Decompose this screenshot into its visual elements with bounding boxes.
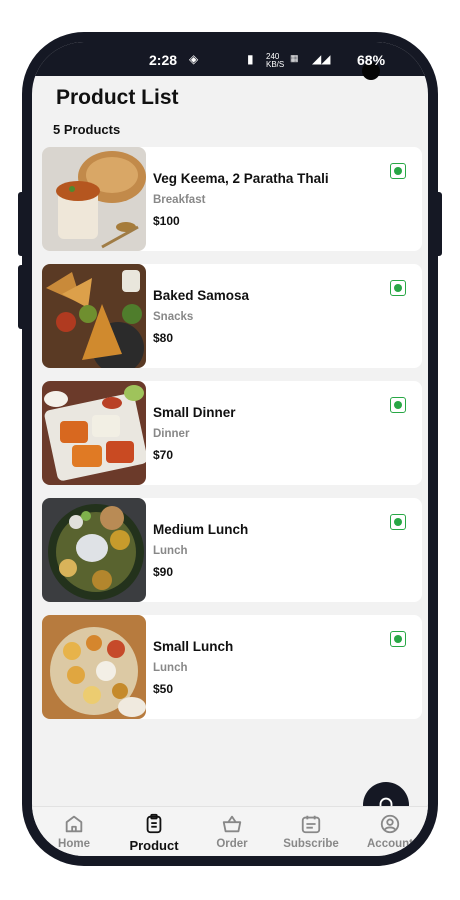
product-price: $100	[153, 214, 180, 228]
status-time: 2:28	[149, 52, 178, 68]
phone-side-button	[434, 192, 442, 256]
product-name: Baked Samosa	[153, 288, 250, 303]
product-category: Breakfast	[153, 194, 206, 206]
product-card[interactable]: Small Lunch Lunch $50	[42, 615, 422, 719]
product-card[interactable]: Veg Keema, 2 Paratha Thali Breakfast $10…	[42, 147, 422, 251]
status-bar: 2:28 ◈ ▮ 240 KB/S ▦ ◢◢ 68%	[32, 42, 428, 80]
vibrate-icon: ▮	[247, 52, 254, 66]
nav-product[interactable]: Product	[114, 813, 194, 853]
nav-label: Product	[129, 838, 179, 853]
product-price: $50	[153, 682, 174, 696]
product-image	[42, 264, 146, 368]
clipboard-icon	[146, 813, 162, 834]
nav-order[interactable]: Order	[192, 813, 272, 850]
veg-indicator-icon	[390, 397, 406, 413]
product-category: Lunch	[153, 545, 188, 557]
nav-label: Home	[58, 838, 90, 850]
home-icon	[65, 815, 83, 833]
product-price: $90	[153, 565, 174, 579]
product-count: 5 Products	[53, 122, 121, 137]
signal-icon: ◢◢	[312, 52, 331, 66]
product-image	[42, 615, 146, 719]
product-category: Dinner	[153, 428, 190, 440]
product-card[interactable]: Baked Samosa Snacks $80	[42, 264, 422, 368]
battery-level: 68%	[357, 52, 386, 68]
phone-side-button	[18, 265, 26, 329]
product-name: Small Lunch	[153, 639, 234, 654]
veg-indicator-icon	[390, 163, 406, 179]
screen: 2:28 ◈ ▮ 240 KB/S ▦ ◢◢ 68% Product List …	[32, 42, 428, 856]
veg-indicator-icon	[390, 280, 406, 296]
product-name: Small Dinner	[153, 405, 236, 420]
product-name: Veg Keema, 2 Paratha Thali	[153, 171, 329, 186]
veg-indicator-icon	[390, 631, 406, 647]
calendar-icon	[301, 815, 321, 834]
binance-icon: ◈	[189, 52, 199, 66]
product-name: Medium Lunch	[153, 522, 249, 537]
product-image	[42, 381, 146, 485]
volte-icon: ▦	[290, 53, 299, 63]
network-speed: 240 KB/S	[266, 52, 285, 69]
page-title: Product List	[56, 86, 179, 109]
product-card[interactable]: Small Dinner Dinner $70	[42, 381, 422, 485]
nav-label: Subscribe	[283, 838, 339, 850]
nav-subscribe[interactable]: Subscribe	[271, 813, 351, 850]
product-image	[42, 147, 146, 251]
nav-label: Order	[216, 838, 248, 850]
product-image	[42, 498, 146, 602]
main-content: Product List 5 Products Veg Keema, 2 Par…	[32, 76, 428, 828]
nav-home[interactable]: Home	[34, 813, 114, 850]
basket-icon	[222, 815, 242, 833]
bottom-nav: Home Product Order Subscribe Account	[32, 806, 428, 856]
product-category: Snacks	[153, 311, 194, 323]
user-circle-icon	[380, 814, 400, 834]
product-price: $70	[153, 448, 174, 462]
veg-indicator-icon	[390, 514, 406, 530]
product-card[interactable]: Medium Lunch Lunch $90	[42, 498, 422, 602]
nav-label: Account	[367, 838, 413, 850]
phone-side-button	[18, 192, 26, 256]
product-price: $80	[153, 331, 174, 345]
nav-account[interactable]: Account	[350, 813, 428, 850]
product-category: Lunch	[153, 662, 188, 674]
